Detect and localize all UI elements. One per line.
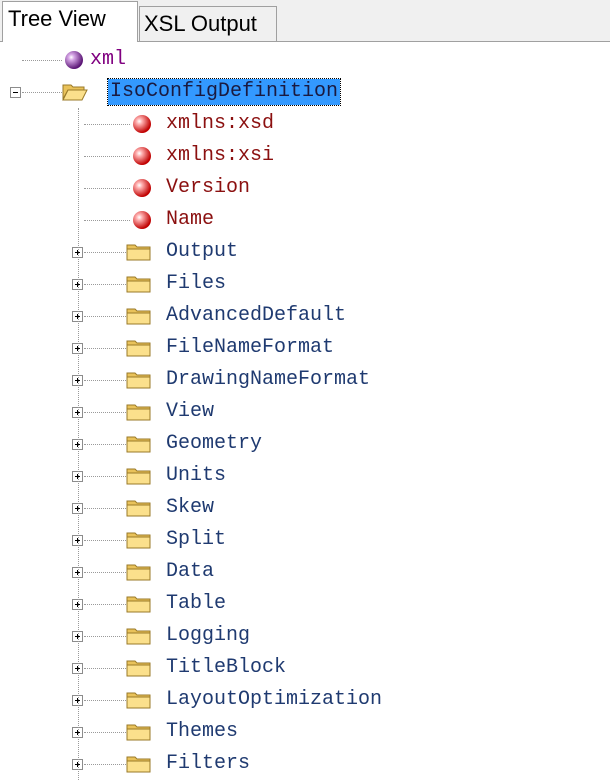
tree-row[interactable]: IsoConfigDefinition [0, 76, 610, 108]
tree-connector [84, 220, 130, 221]
folder-icon [126, 338, 152, 358]
tree-connector [84, 124, 130, 125]
xml-tree-view[interactable]: xml IsoConfigDefinition xmlns:xsd xmlns:xsi… [0, 42, 610, 780]
tree-node-label[interactable]: DrawingNameFormat [166, 367, 370, 393]
tree-row[interactable]: TitleBlock [0, 652, 610, 684]
tree-node-label: xml [90, 48, 127, 71]
tree-connector [84, 540, 126, 541]
tree-node-label[interactable]: Units [166, 463, 226, 489]
tree-connector [84, 732, 126, 733]
tree-connector [84, 668, 126, 669]
tree-row[interactable]: Filters [0, 748, 610, 780]
tree-connector [84, 764, 126, 765]
tree-node-label[interactable]: Themes [166, 719, 238, 745]
tree-node-label: Name [166, 208, 215, 231]
tree-node-label[interactable]: Files [166, 271, 226, 297]
tree-row[interactable]: FileNameFormat [0, 332, 610, 364]
tree-row[interactable]: DrawingNameFormat [0, 364, 610, 396]
collapse-toggle-icon[interactable] [10, 87, 21, 98]
tree-node-label[interactable]: View [166, 399, 214, 425]
tree-row[interactable]: Table [0, 588, 610, 620]
folder-icon [126, 370, 152, 390]
tree-row[interactable]: Data [0, 556, 610, 588]
tree-node-label[interactable]: Geometry [166, 431, 262, 457]
tree-connector [84, 444, 126, 445]
tab-xsl-output[interactable]: XSL Output [139, 6, 277, 41]
open-folder-icon [62, 82, 88, 102]
tree-connector [84, 604, 126, 605]
tree-node-label[interactable]: IsoConfigDefinition [106, 78, 342, 106]
tree-connector [84, 412, 126, 413]
tree-connector [84, 572, 126, 573]
tree-row[interactable]: Skew [0, 492, 610, 524]
tree-row[interactable]: xmlns:xsi [0, 140, 610, 172]
red-ball-icon [131, 113, 153, 135]
tree-row[interactable]: LayoutOptimization [0, 684, 610, 716]
tree-connector [84, 476, 126, 477]
tree-node-label[interactable]: Output [166, 239, 238, 265]
tree-node-label[interactable]: LayoutOptimization [166, 687, 382, 713]
tree-connector [84, 508, 126, 509]
tree-row[interactable]: Units [0, 460, 610, 492]
tree-row[interactable]: Name [0, 204, 610, 236]
folder-icon [126, 594, 152, 614]
purple-ball-icon [63, 49, 85, 71]
tree-connector [84, 636, 126, 637]
tree-connector [84, 316, 126, 317]
red-ball-icon [131, 209, 153, 231]
tree-connector [22, 92, 62, 93]
folder-icon [126, 690, 152, 710]
tree-node-label[interactable]: TitleBlock [166, 655, 286, 681]
folder-icon [126, 402, 152, 422]
tree-row[interactable]: Output [0, 236, 610, 268]
tree-connector [84, 284, 126, 285]
tree-node-label[interactable]: Skew [166, 495, 214, 521]
tree-row[interactable]: Files [0, 268, 610, 300]
folder-icon [126, 434, 152, 454]
tab-strip: Tree View XSL Output [0, 0, 610, 42]
tree-connector [84, 156, 130, 157]
folder-icon [126, 274, 152, 294]
tree-node-label[interactable]: AdvancedDefault [166, 303, 346, 329]
tree-node-label[interactable]: Logging [166, 623, 250, 649]
red-ball-icon [131, 177, 153, 199]
tree-connector [78, 108, 79, 780]
folder-icon [126, 626, 152, 646]
tree-connector [84, 700, 126, 701]
tree-row[interactable]: xmlns:xsd [0, 108, 610, 140]
tree-connector [22, 60, 62, 61]
tree-node-label[interactable]: Split [166, 527, 226, 553]
tree-connector [84, 188, 130, 189]
tree-node-label[interactable]: Filters [166, 751, 250, 777]
tree-node-label: Version [166, 176, 251, 199]
tree-node-label[interactable]: FileNameFormat [166, 335, 334, 361]
tree-row[interactable]: Version [0, 172, 610, 204]
tree-row[interactable]: AdvancedDefault [0, 300, 610, 332]
tree-node-label: xmlns:xsd [166, 112, 275, 135]
folder-icon [126, 754, 152, 774]
tree-connector [84, 380, 126, 381]
folder-icon [126, 722, 152, 742]
red-ball-icon [131, 145, 153, 167]
tree-row[interactable]: Geometry [0, 428, 610, 460]
tree-row[interactable]: Split [0, 524, 610, 556]
tree-connector [84, 252, 126, 253]
folder-icon [126, 306, 152, 326]
tree-row[interactable]: Themes [0, 716, 610, 748]
tree-row[interactable]: Logging [0, 620, 610, 652]
folder-icon [126, 242, 152, 262]
tree-row[interactable]: xml [0, 44, 610, 76]
tab-tree-view[interactable]: Tree View [2, 1, 138, 42]
tree-row[interactable]: View [0, 396, 610, 428]
tree-connector [84, 348, 126, 349]
folder-icon [126, 466, 152, 486]
folder-icon [126, 498, 152, 518]
tree-node-label[interactable]: Data [166, 559, 214, 585]
folder-icon [126, 658, 152, 678]
tree-node-label[interactable]: Table [166, 591, 226, 617]
tree-node-label: xmlns:xsi [166, 144, 275, 167]
folder-icon [126, 530, 152, 550]
folder-icon [126, 562, 152, 582]
